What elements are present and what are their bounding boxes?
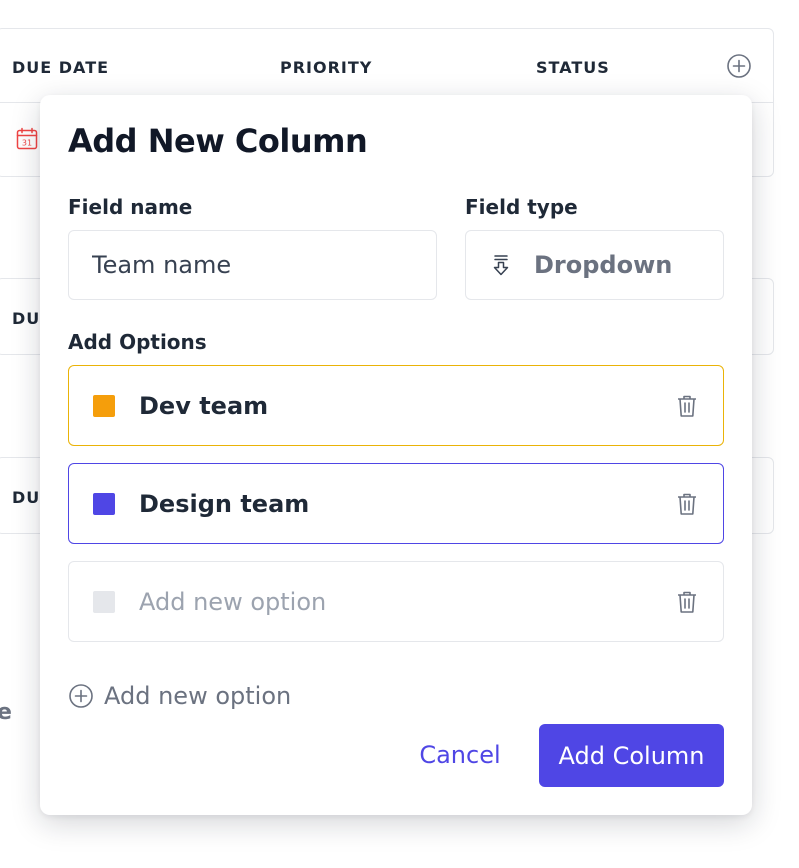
- dropdown-arrow-icon: [488, 252, 514, 278]
- column-header-partial: DU: [12, 488, 41, 507]
- trash-icon[interactable]: [675, 589, 699, 615]
- screen: DUE DATE PRIORITY STATUS 31 DU DU e Add …: [0, 0, 799, 868]
- column-header-status[interactable]: STATUS: [536, 58, 610, 77]
- add-new-option-label: Add new option: [104, 682, 292, 710]
- add-options-label: Add Options: [68, 330, 207, 354]
- column-header-partial: DU: [12, 309, 41, 328]
- field-name-input-wrapper: [68, 230, 437, 300]
- cancel-button[interactable]: Cancel: [410, 724, 510, 786]
- modal-title: Add New Column: [68, 122, 368, 160]
- trash-icon[interactable]: [675, 393, 699, 419]
- field-type-select[interactable]: Dropdown: [465, 230, 724, 300]
- option-color-swatch[interactable]: [93, 394, 115, 417]
- option-color-swatch[interactable]: [93, 492, 115, 515]
- option-label[interactable]: Design team: [139, 490, 675, 518]
- new-option-placeholder[interactable]: Add new option: [139, 588, 675, 616]
- option-color-swatch[interactable]: [93, 590, 115, 613]
- column-header-priority[interactable]: PRIORITY: [280, 58, 372, 77]
- field-name-input[interactable]: [92, 251, 436, 279]
- field-type-label: Field type: [465, 195, 578, 219]
- add-column-modal: Add New Column Field name Field type Dro…: [40, 95, 752, 815]
- add-new-option-button[interactable]: Add new option: [68, 682, 291, 710]
- option-item[interactable]: Design team: [68, 463, 724, 544]
- add-column-button[interactable]: Add Column: [539, 724, 724, 787]
- field-type-value: Dropdown: [534, 251, 673, 279]
- field-name-label: Field name: [68, 195, 193, 219]
- column-header-due-date[interactable]: DUE DATE: [12, 58, 109, 77]
- add-column-plus-icon[interactable]: [726, 53, 752, 79]
- clipped-text: e: [0, 700, 12, 725]
- option-item[interactable]: Dev team: [68, 365, 724, 446]
- new-option-item[interactable]: Add new option: [68, 561, 724, 642]
- svg-text:31: 31: [22, 139, 32, 148]
- trash-icon[interactable]: [675, 491, 699, 517]
- plus-circle-icon: [68, 683, 94, 709]
- option-label[interactable]: Dev team: [139, 392, 675, 420]
- calendar-icon[interactable]: 31: [16, 127, 38, 151]
- table-header-row: DUE DATE PRIORITY STATUS: [0, 29, 773, 103]
